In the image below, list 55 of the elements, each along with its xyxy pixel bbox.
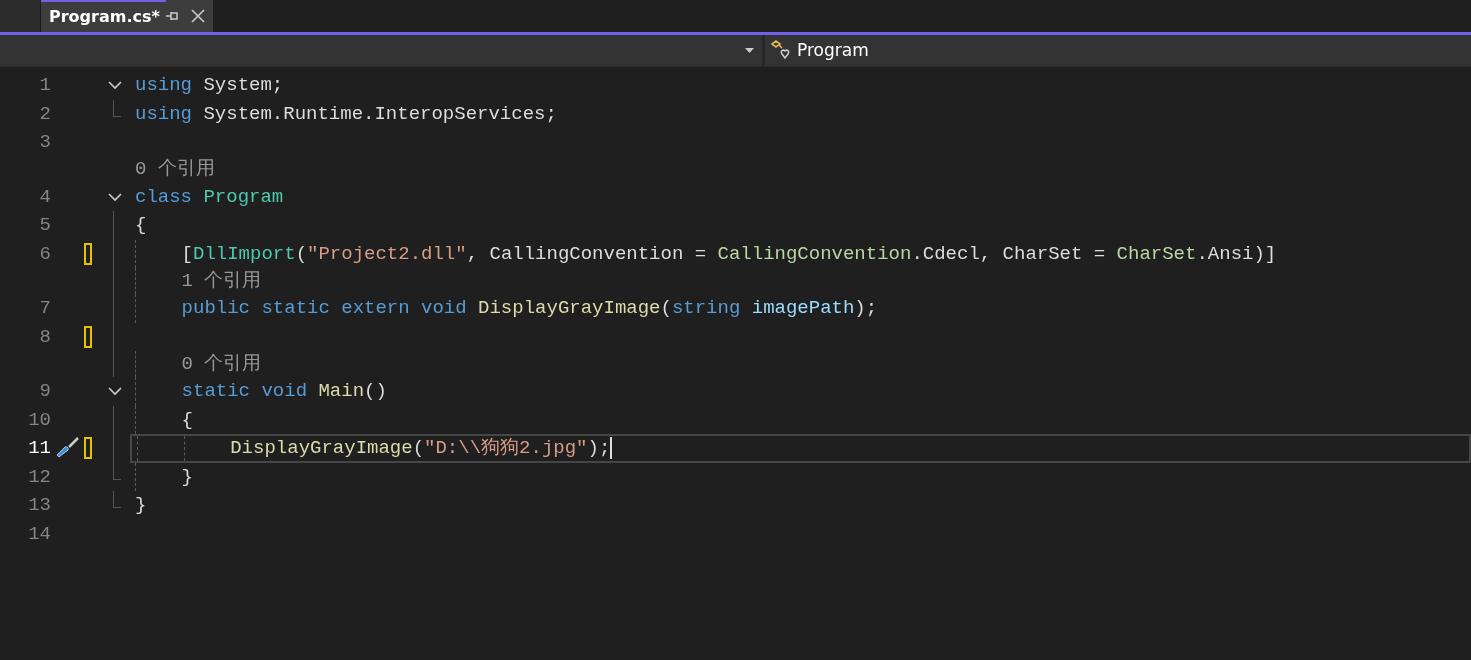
line-number: 6 bbox=[38, 241, 51, 267]
reference-count[interactable]: 1 个引用 bbox=[181, 266, 262, 296]
line-number: 12 bbox=[27, 464, 51, 490]
code-token: using bbox=[135, 101, 193, 127]
code-token: { bbox=[181, 407, 193, 433]
code-token: class bbox=[135, 184, 193, 210]
code-token: imagePath bbox=[751, 296, 855, 321]
line-number: 1 bbox=[38, 73, 51, 98]
line-number: 10 bbox=[27, 407, 51, 433]
line-number: 8 bbox=[38, 324, 51, 350]
code-token: ( bbox=[660, 296, 672, 321]
code-token: DllImport bbox=[193, 241, 296, 267]
code-token: ( bbox=[295, 241, 308, 267]
reference-count[interactable]: 0 个引用 bbox=[181, 349, 262, 379]
code-token: } bbox=[181, 464, 193, 490]
line-number: 11 bbox=[27, 436, 51, 461]
code-token: .Cdecl, CharSet = bbox=[911, 241, 1107, 267]
code-token: System; bbox=[203, 73, 284, 98]
code-token: using bbox=[135, 73, 193, 98]
member-name: Program bbox=[797, 38, 869, 62]
code-token: public static extern void bbox=[181, 296, 468, 321]
code-token: () bbox=[364, 379, 387, 404]
code-token: CallingConvention bbox=[717, 241, 912, 267]
line-number: 2 bbox=[38, 101, 51, 127]
code-token: System.Runtime.InteropServices; bbox=[203, 101, 557, 127]
code-token: "Project2.dll" bbox=[307, 241, 467, 267]
code-token: string bbox=[671, 296, 742, 321]
line-number: 13 bbox=[27, 493, 51, 518]
close-icon[interactable] bbox=[190, 9, 205, 23]
document-tab[interactable]: Program.cs* bbox=[41, 0, 166, 32]
line-number: 5 bbox=[38, 213, 51, 238]
text-cursor bbox=[610, 437, 613, 460]
pin-icon[interactable] bbox=[165, 11, 179, 21]
line-number: 4 bbox=[38, 184, 51, 210]
line-number: 14 bbox=[27, 521, 51, 547]
code-token: ( bbox=[412, 436, 425, 461]
code-token: CharSet bbox=[1116, 241, 1197, 267]
code-token: "D:\\狗狗2.jpg" bbox=[424, 436, 588, 461]
code-token: DisplayGrayImage bbox=[230, 436, 413, 461]
code-token: DisplayGrayImage bbox=[478, 296, 661, 321]
code-token: [ bbox=[181, 241, 193, 267]
line-number: 7 bbox=[38, 296, 51, 321]
code-token: ); bbox=[854, 296, 878, 321]
code-token: ); bbox=[587, 436, 611, 461]
code-token: } bbox=[135, 493, 147, 518]
code-token: Main bbox=[318, 379, 365, 404]
dropdown-caret-icon[interactable] bbox=[745, 48, 754, 53]
code-token: , CallingConvention = bbox=[466, 241, 708, 267]
code-token: static void bbox=[181, 379, 309, 404]
line-number: 3 bbox=[38, 130, 51, 155]
code-token: { bbox=[135, 213, 147, 238]
code-token: Program bbox=[203, 184, 284, 210]
line-number: 9 bbox=[38, 379, 51, 404]
reference-count[interactable]: 0 个引用 bbox=[135, 155, 215, 184]
code-token: .Ansi)] bbox=[1196, 241, 1277, 267]
